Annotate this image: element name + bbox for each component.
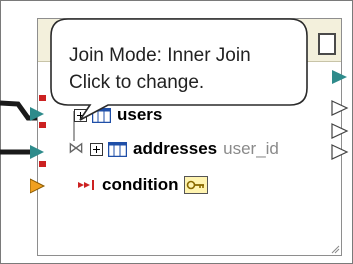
connector-marker-red bbox=[39, 122, 46, 128]
input-connectors bbox=[30, 95, 46, 194]
output-connector-3[interactable] bbox=[331, 123, 349, 139]
output-connector-2[interactable] bbox=[331, 100, 349, 116]
connector-marker-red bbox=[39, 161, 46, 167]
condition-label: condition bbox=[102, 175, 179, 194]
join-mode-tooltip: Join Mode: Inner Join Click to change. bbox=[50, 18, 308, 121]
addresses-label: addresses bbox=[133, 139, 218, 158]
addresses-column-label: user_id bbox=[223, 139, 279, 158]
tooltip-text: Join Mode: Inner Join Click to change. bbox=[69, 42, 251, 96]
output-connectors bbox=[331, 70, 349, 160]
join-mode-icon[interactable]: ⋈ bbox=[68, 138, 84, 158]
tooltip-line-2: Click to change. bbox=[69, 72, 205, 93]
input-connector-users[interactable] bbox=[30, 107, 44, 121]
table-icon bbox=[108, 141, 127, 157]
connector-marker-red bbox=[39, 95, 46, 101]
condition-arrow-icon bbox=[78, 180, 94, 190]
input-connector-addresses[interactable] bbox=[30, 145, 44, 159]
input-connector-condition[interactable] bbox=[30, 178, 46, 194]
resize-grip-icon[interactable] bbox=[330, 244, 340, 254]
tooltip-line-1: Join Mode: Inner Join bbox=[69, 45, 251, 66]
expand-icon[interactable] bbox=[90, 142, 103, 156]
key-icon[interactable] bbox=[184, 176, 209, 194]
output-connector-1[interactable] bbox=[332, 70, 347, 84]
tree-item-condition[interactable]: condition bbox=[78, 175, 209, 195]
header-toggle-box[interactable] bbox=[318, 33, 336, 55]
tree-item-addresses[interactable]: addresses user_id bbox=[90, 139, 279, 159]
output-connector-4[interactable] bbox=[331, 144, 349, 160]
